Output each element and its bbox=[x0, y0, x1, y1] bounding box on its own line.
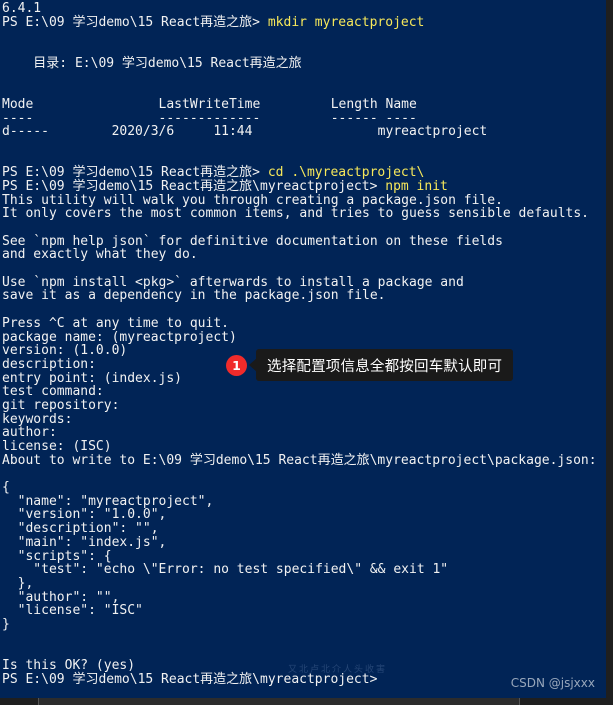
console-line: "main": "index.js", bbox=[2, 535, 600, 550]
console-line: PS E:\09 学习demo\15 React再造之旅> mkdir myre… bbox=[2, 14, 600, 30]
console-line: This utility will walk you through creat… bbox=[2, 193, 600, 208]
console-line: "author": "", bbox=[2, 590, 600, 605]
console-line-text: save it as a dependency in the package.j… bbox=[2, 288, 386, 304]
console-line: PS E:\09 学习demo\15 React再造之旅> cd .\myrea… bbox=[2, 166, 600, 180]
console-line: license: (ISC) bbox=[2, 440, 600, 454]
console-line: Use `npm install <pkg>` afterwards to in… bbox=[2, 275, 600, 290]
watermark-csdn: CSDN @jsjxxx bbox=[510, 676, 595, 690]
console-command-text: mkdir myreactproject bbox=[267, 14, 425, 30]
console-line: About to write to E:\09 学习demo\15 React再… bbox=[2, 452, 600, 468]
console-line bbox=[2, 303, 600, 317]
callout-tail-icon bbox=[249, 358, 257, 372]
console-line bbox=[2, 221, 600, 235]
console-line-text: PS E:\09 学习demo\15 React再造之旅> bbox=[2, 14, 268, 30]
console-line: Press ^C at any time to quit. bbox=[2, 316, 600, 331]
console-line: package name: (myreactproject) bbox=[2, 330, 600, 345]
console-line bbox=[2, 70, 600, 84]
console-line: PS E:\09 学习demo\15 React再造之旅\myreactproj… bbox=[2, 180, 600, 194]
powershell-console-window[interactable]: 6.4.1 PS E:\09 学习demo\15 React再造之旅> mkdir… bbox=[0, 0, 613, 705]
console-line-text: About to write to E:\09 学习demo\15 React再… bbox=[2, 452, 597, 468]
console-line bbox=[2, 29, 600, 43]
console-line: }, bbox=[2, 577, 600, 591]
console-line: "name": "myreactproject", bbox=[2, 494, 600, 509]
console-line: } bbox=[2, 618, 600, 632]
console-line: "description": "", bbox=[2, 522, 600, 536]
console-line: 6.4.1 bbox=[2, 2, 600, 16]
console-line: save it as a dependency in the package.j… bbox=[2, 289, 600, 303]
console-line bbox=[2, 262, 600, 276]
console-output[interactable]: 6.4.1 PS E:\09 学习demo\15 React再造之旅> mkdir… bbox=[0, 0, 600, 686]
console-line: "test": "echo \"Error: no test specified… bbox=[2, 563, 600, 577]
window-bottom-taskbar-strip bbox=[38, 698, 520, 705]
console-line bbox=[2, 645, 600, 659]
console-line-text: "test": "echo \"Error: no test specified… bbox=[2, 562, 449, 578]
console-line-text: 目录: E:\09 学习demo\15 React再造之旅 bbox=[2, 55, 302, 71]
console-line: git repository: bbox=[2, 399, 600, 413]
console-line-text: d----- 2020/3/6 11:44 myreactproject bbox=[2, 124, 488, 140]
console-line: and exactly what they do. bbox=[2, 248, 600, 262]
console-line: { bbox=[2, 481, 600, 495]
console-line: "scripts": { bbox=[2, 549, 600, 564]
console-line: author: bbox=[2, 426, 600, 440]
annotation-badge-1: 1 bbox=[226, 355, 247, 376]
console-line-text: and exactly what they do. bbox=[2, 247, 198, 263]
console-line: ---- ------------- ------ ---- bbox=[2, 111, 600, 126]
window-bottom-edge bbox=[0, 698, 613, 705]
console-line: keywords: bbox=[2, 412, 600, 427]
console-line-text: It only covers the most common items, an… bbox=[2, 206, 589, 222]
watermark-center: 又北卢北介人头收害 bbox=[288, 665, 388, 675]
console-line: See `npm help json` for definitive docum… bbox=[2, 234, 600, 249]
console-line bbox=[2, 84, 600, 98]
console-line: "license": "ISC" bbox=[2, 604, 600, 618]
console-line bbox=[2, 43, 600, 57]
console-line: 目录: E:\09 学习demo\15 React再造之旅 bbox=[2, 55, 600, 71]
console-line bbox=[2, 139, 600, 153]
console-line-text: "license": "ISC" bbox=[2, 603, 143, 619]
window-right-edge bbox=[606, 0, 613, 705]
console-line bbox=[2, 467, 600, 481]
console-line: test command: bbox=[2, 385, 600, 399]
console-line: d----- 2020/3/6 11:44 myreactproject bbox=[2, 125, 600, 139]
annotation-callout: 选择配置项信息全都按回车默认即可 bbox=[249, 349, 514, 381]
console-line bbox=[2, 632, 600, 646]
console-line: "version": "1.0.0", bbox=[2, 508, 600, 522]
annotation-callout-text: 选择配置项信息全都按回车默认即可 bbox=[267, 358, 503, 375]
console-line: It only covers the most common items, an… bbox=[2, 207, 600, 221]
console-line: Mode LastWriteTime Length Name bbox=[2, 97, 600, 112]
